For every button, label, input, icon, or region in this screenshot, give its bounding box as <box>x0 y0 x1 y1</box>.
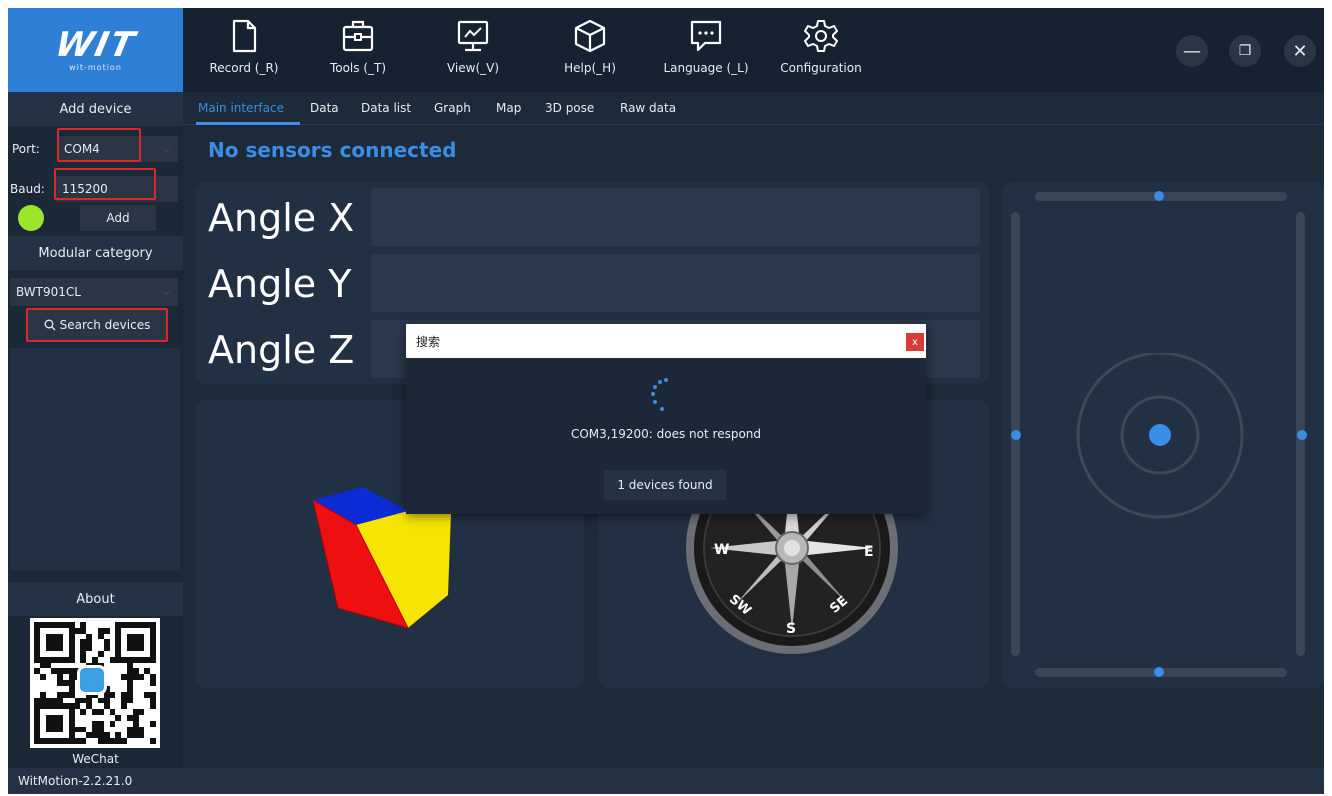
compass-east-letter: E <box>864 544 874 560</box>
cube-icon <box>574 19 606 53</box>
file-icon <box>232 19 257 53</box>
modular-category-title: Modular category <box>8 236 183 270</box>
bubble-level <box>1076 353 1244 519</box>
view-menu-label: View(_V) <box>446 61 500 75</box>
minimize-button[interactable]: — <box>1176 35 1208 67</box>
view-menu-button[interactable]: View(_V) <box>433 18 513 84</box>
language-menu-label: Language (_L) <box>663 61 749 75</box>
version-label: WitMotion-2.2.21.0 <box>18 774 133 788</box>
device-list[interactable] <box>10 348 180 570</box>
app-window: WIT wit-motion Record (_R) Tools (_T) Vi… <box>8 8 1324 794</box>
qr-logo-badge <box>77 665 107 695</box>
right-slider-dot <box>1297 430 1307 440</box>
top-slider-dot <box>1154 191 1164 201</box>
dialog-title: 搜索 <box>416 335 441 349</box>
help-menu-button[interactable]: Help(_H) <box>550 18 630 84</box>
loading-spinner-icon <box>651 378 668 411</box>
monitor-chart-icon <box>457 20 489 52</box>
sidebar: Add device Port: COM4 ⌵ Baud: 115200 Add… <box>8 92 183 768</box>
close-window-button[interactable]: ✕ <box>1284 35 1316 67</box>
wechat-qr-code <box>30 618 160 748</box>
chevron-down-icon: ⌵ <box>161 285 171 298</box>
help-menu-label: Help(_H) <box>564 61 616 75</box>
dialog-status-message: COM3,19200: does not respond <box>570 427 762 441</box>
top-toolbar: WIT wit-motion Record (_R) Tools (_T) Vi… <box>8 8 1324 92</box>
highlight-box <box>57 128 141 162</box>
restore-button[interactable]: ❐ <box>1229 35 1261 67</box>
highlight-box <box>26 308 168 342</box>
record-menu-button[interactable]: Record (_R) <box>204 18 284 84</box>
connection-status-dot <box>18 205 44 231</box>
logo-mark: WIT <box>51 24 140 65</box>
about-title: About <box>8 582 183 616</box>
tab-data[interactable]: Data <box>310 101 339 115</box>
module-select[interactable]: BWT901CL <box>10 278 178 306</box>
active-tab-indicator <box>196 122 300 125</box>
tab-raw-data[interactable]: Raw data <box>620 101 676 115</box>
angle-x-value <box>371 188 980 246</box>
witmotion-logo: WIT wit-motion <box>8 8 183 92</box>
compass-south-letter: S <box>786 621 796 637</box>
tab-data-list[interactable]: Data list <box>361 101 411 115</box>
angle-y-value <box>371 254 980 312</box>
left-slider-dot <box>1011 430 1021 440</box>
gear-icon <box>804 20 838 52</box>
tab-3d-pose[interactable]: 3D pose <box>545 101 594 115</box>
add-device-title: Add device <box>8 92 183 126</box>
devices-found-button[interactable]: 1 devices found <box>604 470 726 500</box>
highlight-box <box>54 168 156 200</box>
chat-icon <box>690 20 722 52</box>
connection-status-message: No sensors connected <box>208 138 457 162</box>
tools-menu-label: Tools (_T) <box>329 61 387 75</box>
add-device-button[interactable]: Add <box>80 205 156 231</box>
dialog-close-button[interactable]: x <box>906 333 924 351</box>
tab-map[interactable]: Map <box>496 101 521 115</box>
chevron-down-icon: ⌵ <box>161 142 171 155</box>
angle-y-label: Angle Y <box>208 262 352 306</box>
wechat-label: WeChat <box>72 752 119 766</box>
status-bar: WitMotion-2.2.21.0 <box>8 768 1324 794</box>
port-label: Port: <box>12 142 40 156</box>
module-value: BWT901CL <box>16 285 81 299</box>
angle-z-label: Angle Z <box>208 328 355 372</box>
configuration-menu-button[interactable]: Configuration <box>776 18 866 84</box>
angle-x-label: Angle X <box>208 196 355 240</box>
record-menu-label: Record (_R) <box>209 61 279 75</box>
tools-menu-button[interactable]: Tools (_T) <box>318 18 398 84</box>
tab-graph[interactable]: Graph <box>434 101 471 115</box>
tab-bar: Main interface Data Data list Graph Map … <box>183 92 1324 125</box>
baud-label: Baud: <box>10 182 45 196</box>
search-dialog: 搜索 x COM3,19200: does not respond 1 devi… <box>406 324 926 514</box>
toolbox-icon <box>342 20 374 52</box>
language-menu-button[interactable]: Language (_L) <box>658 18 754 84</box>
dialog-header: 搜索 x <box>406 324 926 358</box>
bottom-slider-dot <box>1154 667 1164 677</box>
configuration-menu-label: Configuration <box>780 61 862 75</box>
tab-main-interface[interactable]: Main interface <box>198 101 284 115</box>
compass-west-letter: W <box>714 542 729 558</box>
